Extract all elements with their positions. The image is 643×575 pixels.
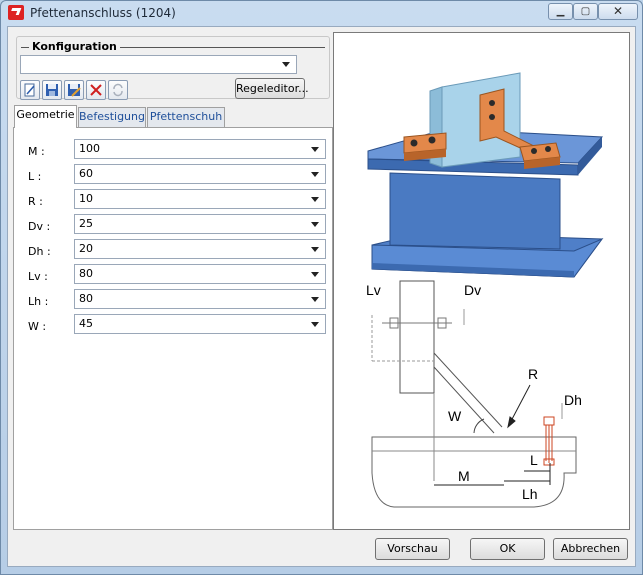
configuration-group: Konfiguration Regeleditor... — [16, 36, 330, 100]
l-value: 60 — [79, 167, 93, 180]
m-select[interactable]: 100 — [74, 139, 326, 159]
dialog-client: Konfiguration Regeleditor... Geometrie B… — [7, 26, 636, 567]
chevron-down-icon — [311, 297, 319, 302]
r-select[interactable]: 10 — [74, 189, 326, 209]
label-lv-drawing: Lv — [366, 282, 381, 298]
w-select[interactable]: 45 — [74, 314, 326, 334]
label-lh: Lh : — [28, 295, 49, 308]
label-dv-drawing: Dv — [464, 282, 481, 298]
save-as-config-button[interactable] — [64, 80, 84, 100]
connection-illustration: Lv Dv R Dh W L M Lh — [366, 72, 604, 508]
dv-select[interactable]: 25 — [74, 214, 326, 234]
tab-pfettenschuh[interactable]: Pfettenschuh — [147, 107, 225, 127]
dialog-window: Pfettenanschluss (1204) ▁ ▢ ✕ Konfigurat… — [0, 0, 643, 575]
dv-value: 25 — [79, 217, 93, 230]
label-lh-drawing: Lh — [522, 486, 538, 502]
label-l-drawing: L — [530, 452, 538, 468]
close-button[interactable]: ✕ — [598, 3, 638, 20]
label-m: M : — [28, 145, 45, 158]
chevron-down-icon — [311, 197, 319, 202]
m-value: 100 — [79, 142, 100, 155]
label-m-drawing: M — [458, 468, 470, 484]
window-title: Pfettenanschluss (1204) — [30, 6, 176, 20]
tab-geometrie[interactable]: Geometrie — [14, 105, 77, 128]
geometry-panel: M : 100 L : 60 R : 10 Dv : 25 Dh : 20 Lv… — [13, 127, 333, 530]
model-3d — [367, 72, 604, 278]
minimize-icon: ▁ — [556, 6, 565, 17]
label-w-drawing: W — [448, 408, 462, 424]
chevron-down-icon — [311, 272, 319, 277]
label-dh: Dh : — [28, 245, 51, 258]
new-icon — [24, 83, 35, 97]
r-value: 10 — [79, 192, 93, 205]
cancel-button[interactable]: Abbrechen — [553, 538, 628, 560]
ok-button[interactable]: OK — [470, 538, 545, 560]
rule-editor-button[interactable]: Regeleditor... — [235, 78, 309, 99]
dimension-sketch — [371, 280, 577, 508]
save-icon — [46, 84, 58, 96]
tab-befestigung[interactable]: Befestigung — [78, 107, 146, 127]
chevron-down-icon — [311, 322, 319, 327]
chevron-down-icon — [311, 222, 319, 227]
l-select[interactable]: 60 — [74, 164, 326, 184]
preview-button[interactable]: Vorschau — [375, 538, 450, 560]
lv-select[interactable]: 80 — [74, 264, 326, 284]
dh-select[interactable]: 20 — [74, 239, 326, 259]
label-lv: Lv : — [28, 270, 48, 283]
save-as-icon — [68, 84, 81, 97]
label-l: L : — [28, 170, 42, 183]
new-config-button[interactable] — [20, 80, 40, 100]
maximize-button[interactable]: ▢ — [573, 3, 598, 20]
chevron-down-icon — [282, 62, 290, 67]
chevron-down-icon — [311, 147, 319, 152]
label-w: W : — [28, 320, 47, 333]
delete-config-button[interactable] — [86, 80, 106, 100]
label-dv: Dv : — [28, 220, 51, 233]
w-value: 45 — [79, 317, 93, 330]
minimize-button[interactable]: ▁ — [548, 3, 573, 20]
dh-value: 20 — [79, 242, 93, 255]
label-r-drawing: R — [528, 366, 538, 382]
label-dh-drawing: Dh — [564, 392, 582, 408]
configuration-legend: Konfiguration — [29, 40, 120, 53]
chevron-down-icon — [311, 172, 319, 177]
lv-value: 80 — [79, 267, 93, 280]
lh-select[interactable]: 80 — [74, 289, 326, 309]
close-icon: ✕ — [612, 4, 624, 18]
configuration-select[interactable] — [20, 55, 297, 74]
refresh-config-button[interactable] — [108, 80, 128, 100]
refresh-icon — [113, 83, 123, 97]
app-icon — [8, 5, 24, 20]
lh-value: 80 — [79, 292, 93, 305]
save-config-button[interactable] — [42, 80, 62, 100]
label-r: R : — [28, 195, 43, 208]
chevron-down-icon — [311, 247, 319, 252]
delete-icon — [90, 84, 102, 96]
maximize-icon: ▢ — [580, 6, 591, 17]
preview-panel: Lv Dv R Dh W L M Lh — [333, 32, 630, 530]
title-bar: Pfettenanschluss (1204) ▁ ▢ ✕ — [1, 1, 642, 25]
